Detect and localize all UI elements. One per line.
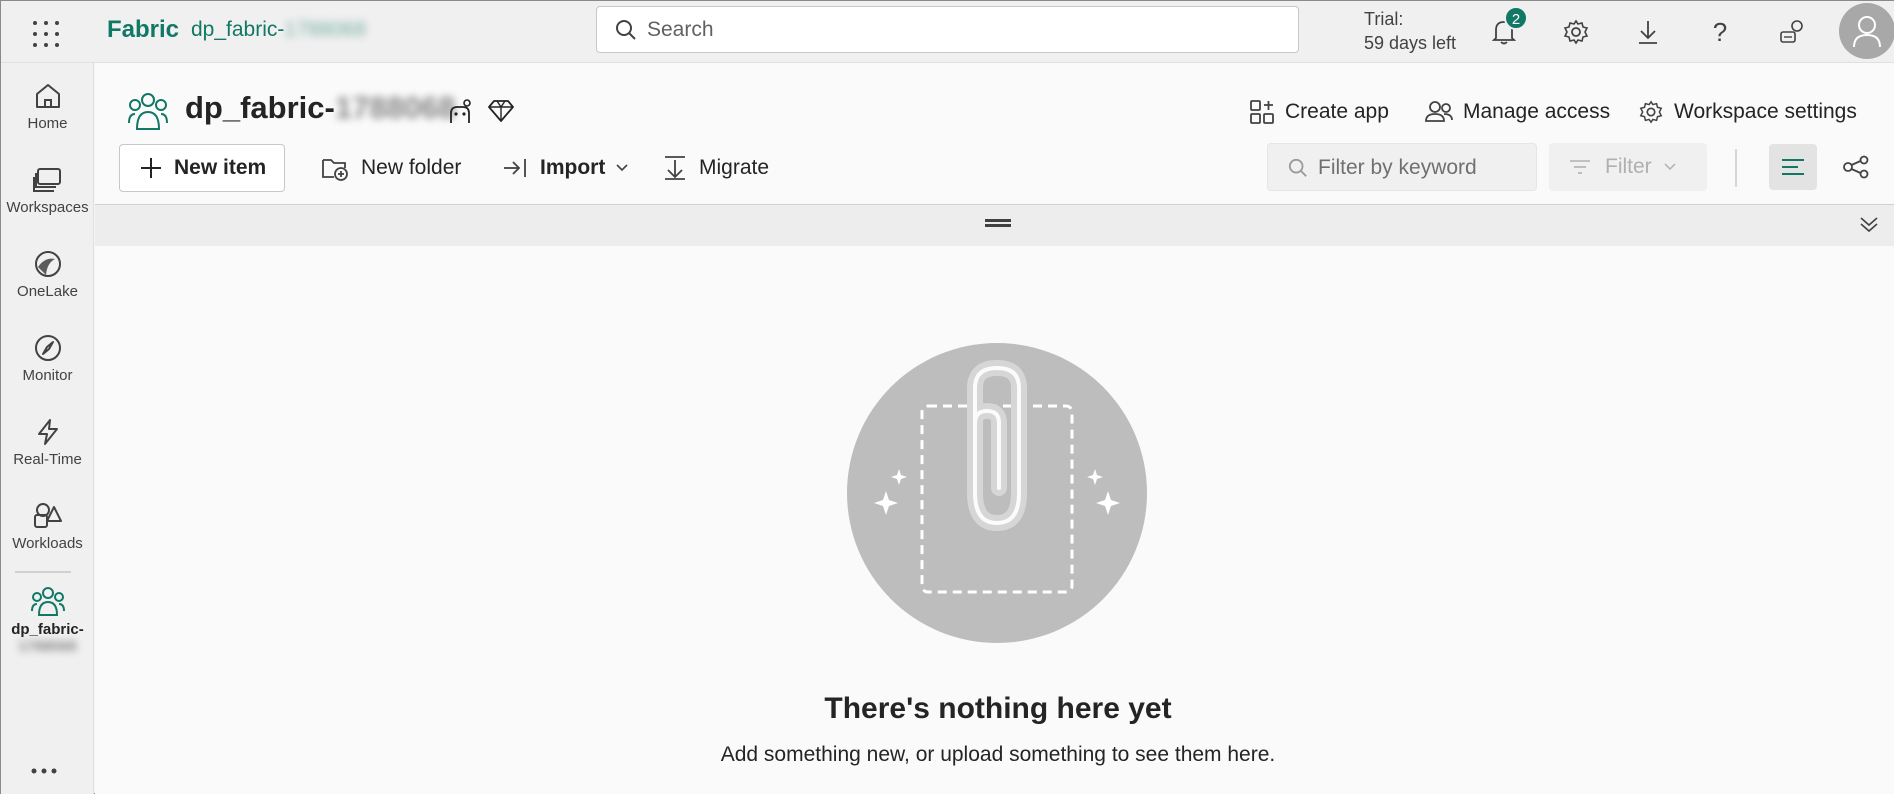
create-app-button[interactable]: Create app — [1249, 99, 1389, 125]
premium-capacity-icon[interactable] — [488, 99, 514, 128]
create-app-icon — [1250, 100, 1274, 124]
app-window: Fabric dp_fabric-1788068 Trial: 59 days … — [0, 0, 1894, 794]
rail-item-label: Monitor — [22, 367, 73, 384]
rail-item-home[interactable]: Home — [1, 73, 94, 153]
new-folder-icon — [322, 159, 348, 181]
user-avatar-icon[interactable] — [1839, 3, 1894, 59]
migrate-icon — [665, 156, 685, 180]
notification-count-badge: 2 — [1504, 6, 1528, 30]
rail-item-label: Workloads — [12, 535, 83, 552]
new-item-button[interactable]: New item — [119, 144, 285, 192]
rail-item-real-time[interactable]: Real-Time — [1, 409, 94, 489]
chevron-down-icon — [616, 164, 628, 172]
paperclip-illustration-icon — [847, 343, 1147, 648]
top-bar: Fabric dp_fabric-1788068 Trial: 59 days … — [1, 1, 1894, 63]
import-label: Import — [540, 156, 606, 179]
real-time-icon — [37, 419, 58, 445]
search-icon — [616, 20, 636, 40]
share-feedback-icon[interactable] — [1773, 13, 1811, 51]
search-input[interactable] — [647, 15, 1267, 45]
rail-item-onelake[interactable]: OneLake — [1, 241, 94, 321]
trial-days-left: 59 days left — [1364, 33, 1457, 53]
rail-divider — [15, 571, 71, 573]
left-nav-rail: Home Workspaces OneLake Monitor Real-Tim… — [1, 63, 94, 794]
chevron-down-icon — [1664, 163, 1676, 171]
manage-access-button[interactable]: Manage access — [1425, 99, 1610, 125]
list-view-icon — [1782, 159, 1804, 175]
drag-handle-icon[interactable] — [985, 219, 1011, 227]
new-item-label: New item — [174, 156, 267, 179]
rail-item-monitor[interactable]: Monitor — [1, 325, 94, 405]
monitor-icon — [34, 335, 61, 361]
workspace-main: dp_fabric-1788068 Create app Manage acce… — [95, 63, 1894, 794]
brand-name[interactable]: Fabric — [107, 16, 179, 44]
import-dropdown[interactable]: Import — [502, 144, 629, 192]
filter-button[interactable]: Filter — [1549, 143, 1707, 191]
app-launcher-icon[interactable] — [29, 17, 59, 47]
trial-status[interactable]: Trial: 59 days left — [1364, 7, 1456, 55]
new-folder-label: New folder — [361, 156, 462, 179]
filter-keyword-input[interactable] — [1318, 154, 1518, 182]
manage-access-label: Manage access — [1463, 100, 1611, 123]
workspace-title: dp_fabric- — [185, 90, 335, 125]
workloads-icon — [33, 503, 62, 528]
workspace-group-icon — [30, 587, 65, 616]
people-icon — [1425, 101, 1453, 122]
workspace-group-icon — [128, 91, 168, 136]
empty-state-subtitle: Add something new, or upload something t… — [720, 743, 1276, 766]
filter-by-keyword[interactable] — [1267, 143, 1537, 191]
more-options-icon[interactable] — [29, 763, 59, 781]
workspace-header: dp_fabric-1788068 Create app Manage acce… — [95, 63, 1894, 203]
rail-item-label: Workspaces — [6, 199, 89, 216]
toolbar-divider — [1735, 149, 1737, 187]
empty-state: There's nothing here yet Add something n… — [95, 246, 1894, 794]
trial-label: Trial: — [1364, 9, 1404, 29]
panel-splitter[interactable] — [95, 204, 1894, 246]
migrate-label: Migrate — [699, 156, 770, 179]
rail-item-label: dp_fabric- — [11, 621, 84, 638]
workspace-breadcrumb[interactable]: dp_fabric-1788068 — [191, 18, 366, 42]
rail-item-current-workspace[interactable]: dp_fabric- 1788068 — [1, 579, 94, 669]
filter-label: Filter — [1605, 155, 1652, 178]
list-view-toggle[interactable] — [1769, 144, 1817, 190]
workspaces-icon — [32, 168, 61, 192]
empty-state-title: There's nothing here yet — [824, 692, 1172, 725]
workspace-breadcrumb-obscured: 1788068 — [284, 18, 367, 41]
rail-item-workspaces[interactable]: Workspaces — [1, 157, 94, 237]
create-app-label: Create app — [1285, 100, 1389, 123]
home-icon — [35, 84, 60, 108]
collapse-chevron-icon[interactable] — [1859, 215, 1879, 238]
rail-item-label: OneLake — [17, 283, 78, 300]
rail-item-label: Home — [27, 115, 68, 132]
gear-icon[interactable] — [1557, 13, 1595, 51]
import-icon — [504, 159, 526, 177]
onelake-icon — [34, 251, 61, 277]
workspace-settings-label: Workspace settings — [1674, 100, 1857, 123]
migrate-button[interactable]: Migrate — [663, 144, 769, 192]
gear-icon — [1639, 100, 1663, 124]
download-icon[interactable] — [1629, 13, 1667, 51]
search-icon — [1288, 158, 1307, 177]
page-title: dp_fabric-1788068 — [185, 90, 456, 126]
workspace-breadcrumb-label: dp_fabric- — [191, 18, 285, 41]
lineage-view-toggle[interactable] — [1833, 144, 1879, 190]
workspace-settings-button[interactable]: Workspace settings — [1638, 99, 1857, 125]
new-folder-button[interactable]: New folder — [321, 144, 461, 192]
workspace-title-obscured: 1788068 — [334, 90, 456, 125]
rail-item-label: Real-Time — [13, 451, 82, 468]
rail-item-label-obscured: 1788068 — [18, 638, 77, 655]
plus-icon — [141, 158, 161, 178]
help-icon[interactable]: ? — [1701, 13, 1739, 51]
workspace-identity-icon[interactable] — [447, 99, 473, 130]
global-search[interactable] — [596, 6, 1299, 53]
lineage-view-icon — [1843, 155, 1869, 179]
filter-icon — [1570, 160, 1590, 174]
rail-item-workloads[interactable]: Workloads — [1, 493, 94, 573]
